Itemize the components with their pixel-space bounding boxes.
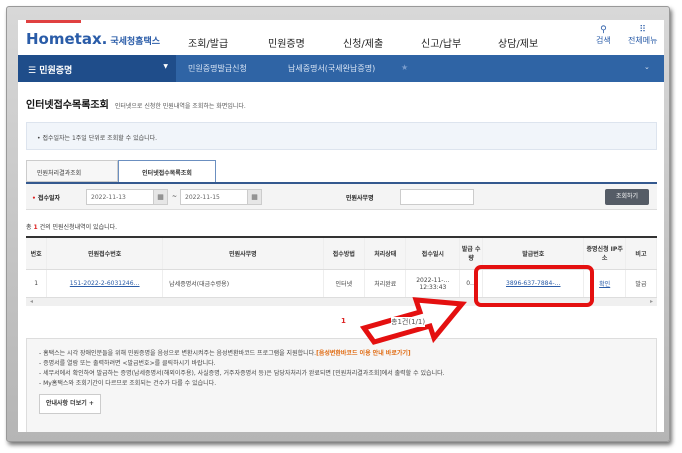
nav-certificate[interactable]: 민원증명	[268, 35, 305, 50]
scroll-left-icon[interactable]: ◂	[30, 298, 33, 305]
date-label-text: 접수일자	[37, 195, 61, 202]
tab-internet-list[interactable]: 인터넷접수목록조회	[118, 160, 216, 183]
col-datetime: 접수일시	[405, 237, 461, 270]
tilde: ~	[172, 193, 178, 200]
page-title: 인터넷접수목록조회 인터넷으로 신청한 민원내역을 조회하는 화면입니다.	[26, 96, 246, 111]
scroll-right-icon[interactable]: ▸	[650, 298, 653, 305]
page-description: 인터넷으로 신청한 민원내역을 조회하는 화면입니다.	[114, 103, 246, 110]
service-name-input[interactable]	[400, 189, 474, 205]
crumb-2[interactable]: 납세증명서(국세완납증명)	[288, 63, 375, 74]
notes-box: - 홈택스는 시각 장애인분들을 위해 민원증명을 음성으로 변환시켜주는 음성…	[26, 338, 657, 432]
grid-icon: ⠿	[639, 25, 647, 35]
search-label: 검색	[596, 36, 611, 45]
calendar-icon[interactable]: ▦	[247, 190, 261, 204]
calendar-icon[interactable]: ▦	[153, 190, 167, 204]
receipt-number-link[interactable]: 151-2022-2-6031246…	[70, 280, 140, 287]
search-icon: ⚲	[600, 25, 607, 35]
tab-result-inquiry[interactable]: 민원처리결과조회	[26, 160, 118, 182]
star-icon[interactable]: ★	[401, 63, 408, 72]
note-line: - 홈택스는 시각 장애인분들을 위해 민원증명을 음성으로 변환시켜주는 음성…	[39, 349, 644, 359]
count-suffix: 건의 민원신청내역이 있습니다.	[39, 224, 118, 231]
col-note: 비고	[625, 237, 658, 270]
more-info-button[interactable]: 안내사항 더보기 +	[39, 394, 101, 414]
all-menu-label: 전체메뉴	[628, 36, 658, 45]
date-to-value: 2022-11-15	[185, 194, 220, 201]
date-label: • 접수일자	[32, 195, 61, 202]
cell-note: 발급	[625, 269, 658, 298]
note-line: - My홈택스와 조회기간이 다르므로 조회되는 건수가 다를 수 있습니다.	[39, 380, 217, 387]
menu-label: 민원증명	[39, 66, 73, 76]
cell-service: 납세증명서(대금수령용)	[162, 269, 324, 298]
caret-down-icon: ▼	[163, 63, 168, 70]
col-ip: 증명신청 IP주소	[583, 237, 626, 270]
hometax-logo[interactable]: Hometax. 국세청홈택스	[26, 30, 160, 48]
date-to-input[interactable]: 2022-11-15 ▦	[180, 189, 262, 205]
logo-sub: 국세청홈택스	[110, 37, 161, 47]
barcode-guide-link[interactable]: [음성변환바코드 이용 안내 바로가기]	[316, 350, 411, 357]
result-count: 총 1 건의 민원신청내역이 있습니다.	[26, 222, 117, 231]
search-button[interactable]: ⚲ 검색	[596, 25, 611, 46]
note-line: - 세무서에서 확인하여 발급하는 증명(납세증명서(해외이주용), 사실증명,…	[39, 370, 445, 377]
breadcrumb-bar: ☰ 민원증명 ▼ 민원증명발급신청 납세증명서(국세완납증명) ★ ⌄	[18, 55, 664, 82]
menu-dropdown[interactable]: ☰ 민원증명 ▼	[18, 55, 176, 82]
nav-inquiry[interactable]: 조회/발급	[188, 35, 228, 50]
service-name-label: 민원사무명	[346, 195, 374, 202]
search-submit-button[interactable]: 조회하기	[605, 189, 649, 205]
logo-text: Hometax.	[26, 30, 108, 48]
nav-application[interactable]: 신청/제출	[343, 35, 383, 50]
nav-filing[interactable]: 신고/납부	[421, 35, 461, 50]
notice-box: • 접수일자는 1주일 단위로 조회할 수 있습니다.	[26, 122, 657, 150]
nav-consult[interactable]: 상담/제보	[498, 35, 538, 50]
cell-no: 1	[26, 269, 48, 298]
search-panel: • 접수일자 2022-11-13 ▦ ~ 2022-11-15 ▦ 민원사무명 조…	[26, 182, 657, 210]
all-menu-button[interactable]: ⠿ 전체메뉴	[628, 25, 657, 46]
col-no: 번호	[26, 237, 48, 270]
note-line: - 증명서를 열람 또는 출력하려면 <발급번호>를 클릭하시기 바랍니다.	[39, 360, 216, 367]
date-from-value: 2022-11-13	[91, 194, 126, 201]
count-prefix: 총	[26, 224, 32, 231]
ip-confirm-link[interactable]: 확인	[599, 281, 610, 288]
col-method: 접수방법	[323, 237, 366, 270]
crumb-1[interactable]: 민원증명발급신청	[188, 63, 247, 74]
count-number: 1	[33, 224, 38, 231]
note-text: - 홈택스는 시각 장애인분들을 위해 민원증명을 음성으로 변환시켜주는 음성…	[39, 350, 317, 357]
title-text: 인터넷접수목록조회	[26, 100, 109, 111]
pager-text: 총1건(1/1)	[391, 317, 426, 327]
col-receipt-no: 민원접수번호	[46, 237, 164, 270]
accent-line	[26, 20, 81, 23]
highlight-box	[474, 265, 594, 307]
date-from-input[interactable]: 2022-11-13 ▦	[86, 189, 168, 205]
hometax-page: Hometax. 국세청홈택스 조회/발급 민원증명 신청/제출 신고/납부 상담…	[18, 20, 664, 432]
col-service: 민원사무명	[162, 237, 324, 270]
chevron-down-icon[interactable]: ⌄	[644, 63, 650, 71]
col-status: 처리상태	[364, 237, 407, 270]
annotation-number: 1	[341, 317, 346, 325]
